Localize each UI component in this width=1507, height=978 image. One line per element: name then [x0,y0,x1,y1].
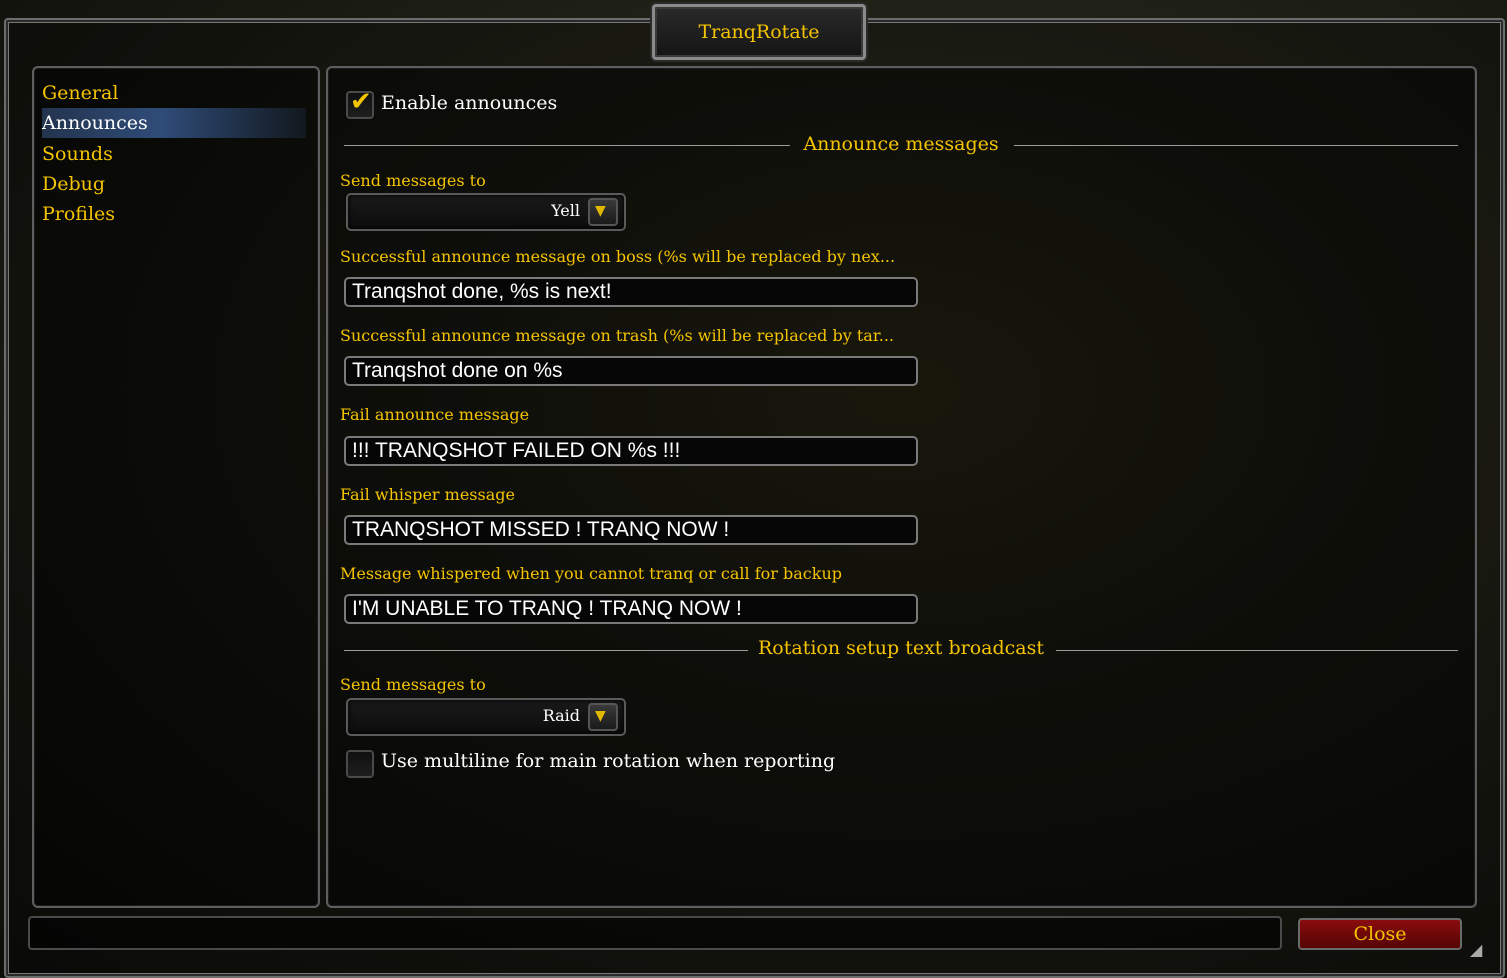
trash-message-label: Successful announce message on trash (%s… [340,326,894,345]
sidebar-item-sounds[interactable]: Sounds [42,139,306,169]
status-bar [28,916,1282,950]
trash-message-input[interactable]: Tranqshot done on %s [344,356,918,386]
boss-message-label: Successful announce message on boss (%s … [340,247,896,266]
multiline-checkbox[interactable] [346,750,374,778]
send-to-2-dropdown[interactable]: Raid ▼ [346,698,626,736]
section-divider-left [344,145,790,146]
dropdown-button[interactable]: ▼ [588,198,618,226]
send-to-label: Send messages to [340,171,486,190]
checkmark-icon: ✔ [350,87,372,117]
section-heading-announce-messages: Announce messages [803,133,999,155]
section-divider-right [1056,650,1458,651]
section-heading-rotation-broadcast: Rotation setup text broadcast [757,637,1044,659]
fail-whisper-label: Fail whisper message [340,485,515,504]
send-to-2-label: Send messages to [340,675,486,694]
fail-announce-input[interactable]: !!! TRANQSHOT FAILED ON %s !!! [344,436,918,466]
sidebar-item-general[interactable]: General [42,78,306,108]
section-divider-right [1014,145,1458,146]
send-to-dropdown[interactable]: Yell ▼ [346,193,626,231]
boss-message-input[interactable]: Tranqshot done, %s is next! [344,277,918,307]
enable-announces-checkbox[interactable]: ✔ [346,87,374,119]
unable-whisper-label: Message whispered when you cannot tranq … [340,564,842,583]
fail-whisper-input[interactable]: TRANQSHOT MISSED ! TRANQ NOW ! [344,515,918,545]
unable-whisper-input[interactable]: I'M UNABLE TO TRANQ ! TRANQ NOW ! [344,594,918,624]
window-title: TranqRotate [698,21,820,43]
dropdown-button[interactable]: ▼ [588,703,618,731]
sidebar-tree: General Announces Sounds Debug Profiles [32,66,320,908]
resize-grip-icon[interactable]: ◢ [1470,940,1490,960]
send-to-value: Yell [551,201,580,220]
enable-announces-label: Enable announces [381,92,558,114]
sidebar-item-announces[interactable]: Announces [42,108,306,138]
section-divider-left [344,650,748,651]
fail-announce-label: Fail announce message [340,405,530,424]
sidebar-item-debug[interactable]: Debug [42,169,306,199]
sidebar-item-profiles[interactable]: Profiles [42,199,306,229]
close-button[interactable]: Close [1298,918,1462,950]
multiline-label: Use multiline for main rotation when rep… [381,750,836,772]
send-to-2-value: Raid [542,706,580,725]
window-title-box[interactable]: TranqRotate [652,4,866,60]
arrow-down-icon: ▼ [595,203,606,219]
arrow-down-icon: ▼ [595,708,606,724]
